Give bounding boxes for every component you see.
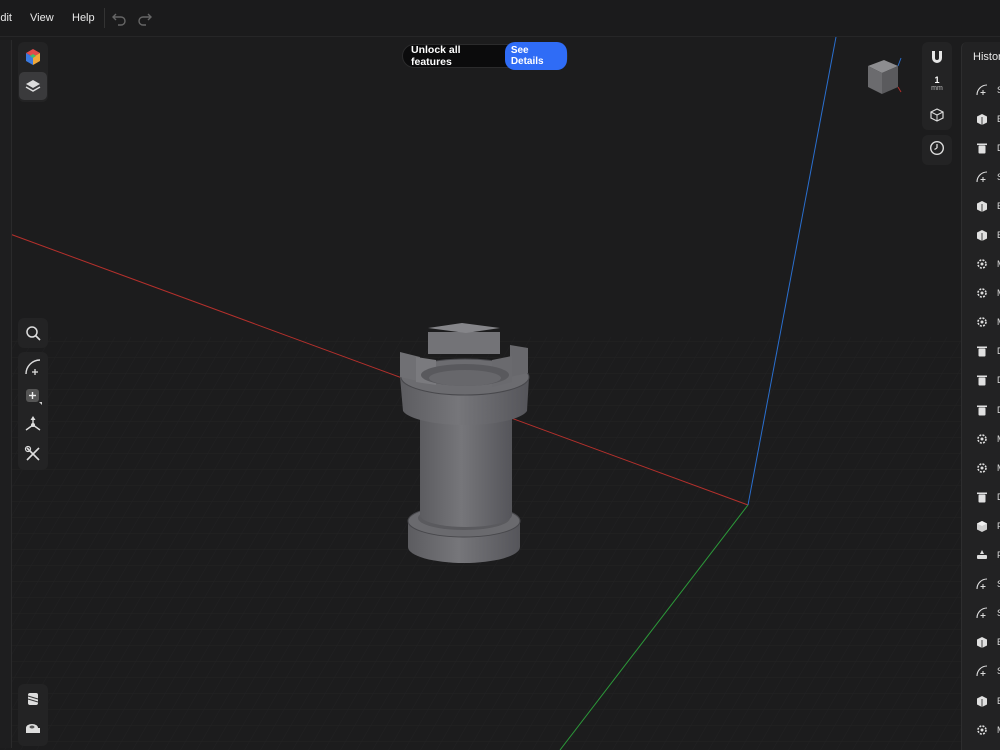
- history-item[interactable]: E: [962, 686, 1000, 715]
- delete-icon: [975, 490, 989, 504]
- snap-panel: 1 mm: [922, 42, 952, 130]
- measure-button[interactable]: [19, 714, 47, 742]
- history-item[interactable]: F: [962, 511, 1000, 540]
- history-list: SEDSEEMMMDDDMMDFFSSESEM: [962, 75, 1000, 744]
- history-item[interactable]: M: [962, 715, 1000, 744]
- history-item[interactable]: M: [962, 250, 1000, 279]
- slicer-button[interactable]: [19, 685, 47, 713]
- menu-view[interactable]: View: [30, 0, 54, 36]
- search-button[interactable]: [19, 319, 47, 347]
- 3d-viewport[interactable]: [0, 37, 1000, 750]
- sketch-icon: [975, 170, 989, 184]
- history-item[interactable]: S: [962, 599, 1000, 628]
- history-item[interactable]: D: [962, 395, 1000, 424]
- extrude-icon: [975, 228, 989, 242]
- menu-bar: Edit View Help: [0, 0, 1000, 37]
- menu-divider: [104, 8, 105, 28]
- history-title: History: [973, 51, 1000, 63]
- history-item[interactable]: D: [962, 366, 1000, 395]
- extrude-icon: [975, 112, 989, 126]
- modify-icon: [975, 461, 989, 475]
- sketch-icon: [24, 358, 42, 376]
- sketch-icon: [975, 606, 989, 620]
- search-icon: [25, 325, 41, 341]
- history-item[interactable]: E: [962, 191, 1000, 220]
- modify-tool-button[interactable]: [19, 440, 47, 468]
- redo-icon[interactable]: [136, 9, 154, 27]
- history-item[interactable]: M: [962, 279, 1000, 308]
- sketch-tool-button[interactable]: [19, 353, 47, 381]
- delete-icon: [975, 141, 989, 155]
- shell-icon: [975, 548, 989, 562]
- history-toggle-button[interactable]: [922, 135, 952, 165]
- history-item[interactable]: E: [962, 628, 1000, 657]
- color-cube-icon: [24, 48, 42, 66]
- tools-icon: [24, 445, 42, 463]
- sketch-icon: [975, 577, 989, 591]
- left-panel-edge: [0, 40, 12, 748]
- history-item[interactable]: D: [962, 133, 1000, 162]
- history-item[interactable]: S: [962, 75, 1000, 104]
- modeling-toolbar: [18, 352, 48, 470]
- sketch-icon: [975, 83, 989, 97]
- add-shape-icon: [24, 387, 42, 405]
- delete-icon: [975, 344, 989, 358]
- appearance-button[interactable]: [19, 43, 47, 71]
- top-left-toolbar: [18, 42, 48, 102]
- clock-icon: [929, 140, 945, 161]
- move-axes-icon: [24, 416, 42, 434]
- snap-object-icon[interactable]: [930, 108, 944, 127]
- layers-button[interactable]: [19, 72, 47, 100]
- magnet-icon[interactable]: [929, 49, 945, 70]
- history-item[interactable]: D: [962, 482, 1000, 511]
- undo-icon[interactable]: [110, 9, 128, 27]
- measure-tape-icon: [24, 720, 42, 736]
- history-item[interactable]: M: [962, 308, 1000, 337]
- primitive-tool-button[interactable]: [19, 382, 47, 410]
- slice-icon: [25, 691, 41, 707]
- delete-icon: [975, 373, 989, 387]
- history-item[interactable]: F: [962, 541, 1000, 570]
- modify-icon: [975, 315, 989, 329]
- view-cube[interactable]: [858, 56, 902, 100]
- unlock-text: Unlock all features: [411, 44, 461, 68]
- right-toolbar: 1 mm: [922, 42, 952, 165]
- snap-value[interactable]: 1: [922, 76, 952, 85]
- history-item[interactable]: M: [962, 453, 1000, 482]
- history-item[interactable]: D: [962, 337, 1000, 366]
- history-item[interactable]: S: [962, 570, 1000, 599]
- history-item[interactable]: S: [962, 162, 1000, 191]
- search-tool-group: [18, 318, 48, 348]
- history-panel: History SEDSEEMMMDDDMMDFFSSESEM: [961, 42, 1000, 750]
- see-details-button[interactable]: See Details: [504, 42, 567, 70]
- bottom-left-toolbar: [18, 684, 48, 746]
- modify-icon: [975, 432, 989, 446]
- snap-unit: mm: [931, 85, 943, 92]
- modify-icon: [975, 257, 989, 271]
- history-item[interactable]: E: [962, 104, 1000, 133]
- extrude-icon: [975, 694, 989, 708]
- transform-tool-button[interactable]: [19, 411, 47, 439]
- sketch-icon: [975, 664, 989, 678]
- history-item[interactable]: S: [962, 657, 1000, 686]
- history-item[interactable]: M: [962, 424, 1000, 453]
- modify-icon: [975, 723, 989, 737]
- delete-icon: [975, 403, 989, 417]
- modify-icon: [975, 286, 989, 300]
- history-item[interactable]: E: [962, 220, 1000, 249]
- extrude-icon: [975, 199, 989, 213]
- extrude-icon: [975, 635, 989, 649]
- fillet-icon: [975, 519, 989, 533]
- menu-edit[interactable]: Edit: [0, 0, 12, 36]
- layers-icon: [25, 78, 41, 94]
- unlock-banner: Unlock all features See Details: [402, 42, 568, 70]
- menu-help[interactable]: Help: [72, 0, 95, 36]
